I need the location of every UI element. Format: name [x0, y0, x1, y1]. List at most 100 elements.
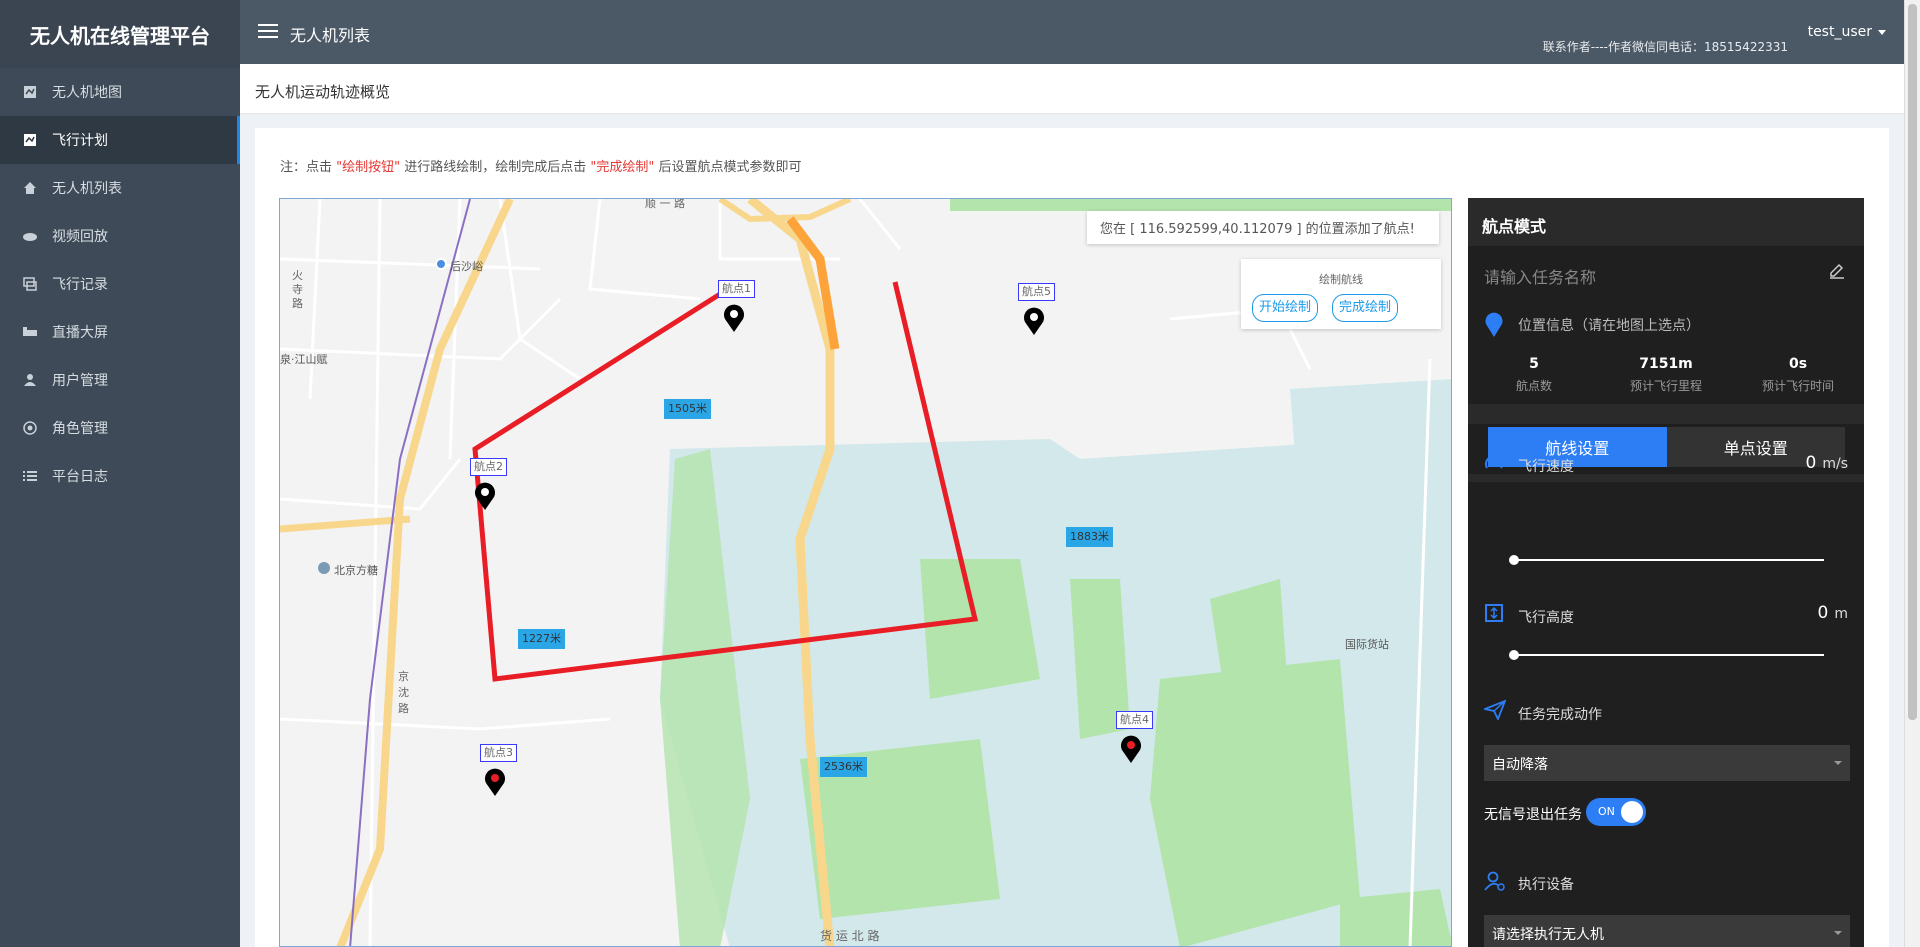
- location-marker-icon: [1484, 312, 1504, 342]
- plan-icon: [22, 132, 38, 148]
- map-place-label: 货 运 北 路: [820, 929, 880, 943]
- note-middle: 进行路线绘制，绘制完成后点击: [400, 160, 591, 175]
- sidebar-item-label: 用户管理: [52, 373, 108, 389]
- map-place-label: 北京方糖: [334, 564, 378, 577]
- sidebar-item-label: 平台日志: [52, 469, 108, 485]
- flight-height-value: 0m: [1818, 603, 1848, 623]
- edit-pencil-icon[interactable]: [1828, 262, 1846, 284]
- completion-action-label: 任务完成动作: [1518, 707, 1602, 723]
- note-finish-text: "完成绘制": [590, 160, 655, 175]
- tab-route-settings[interactable]: 航线设置: [1488, 427, 1667, 467]
- sidebar-item-label: 角色管理: [52, 421, 108, 437]
- execution-device-select[interactable]: 请选择执行无人机: [1484, 915, 1850, 947]
- sidebar-item-platform-log[interactable]: 平台日志: [0, 452, 240, 500]
- panel-title: 航点模式: [1468, 198, 1864, 246]
- segment-distance-label: 1883米: [1066, 527, 1113, 547]
- flight-speed-slider[interactable]: [1509, 555, 1824, 565]
- video-icon: [22, 228, 38, 244]
- start-draw-button[interactable]: 开始绘制: [1252, 294, 1319, 322]
- user-icon: [22, 372, 38, 388]
- flight-speed-value: 0 m/s: [1806, 453, 1848, 473]
- stat-label: 预计飞行里程: [1629, 379, 1702, 393]
- sidebar-item-label: 飞行计划: [52, 133, 108, 149]
- map-place-label: 后沙峪: [450, 260, 483, 273]
- waypoint-label: 航点3: [480, 744, 517, 762]
- page-header-bar: 无人机运动轨迹概览: [240, 64, 1904, 114]
- map-canvas[interactable]: 后沙峪 北京方糖 国际货站 货 运 北 路 火 寺 路 泉·江山赋 京 沈 路 …: [279, 198, 1452, 947]
- map-place-label: 火 寺 路: [292, 269, 303, 310]
- slider-knob[interactable]: [1509, 555, 1519, 565]
- stat-value: 7151m: [1639, 356, 1693, 372]
- contact-info: 联系作者----作者微信同电话：18515422331: [1542, 40, 1788, 54]
- sidebar-menu: 无人机地图 飞行计划 无人机列表 视频回放 飞行记录 直播大屏 用户管理 角色管…: [0, 68, 240, 500]
- slider-knob[interactable]: [1509, 650, 1519, 660]
- sidebar-item-drone-list[interactable]: 无人机列表: [0, 164, 240, 212]
- no-signal-exit-label: 无信号退出任务: [1484, 807, 1582, 823]
- draw-route-title: 绘制航线: [1319, 273, 1363, 286]
- waypoint-mode-panel: 航点模式 请输入任务名称 位置信息（请在地图上选点） 5 航点数 7151m 预计飞…: [1468, 198, 1864, 947]
- location-pin-icon: [318, 562, 330, 574]
- no-signal-exit-toggle[interactable]: ON: [1586, 798, 1646, 826]
- task-name-input[interactable]: 请输入任务名称: [1484, 264, 1596, 288]
- page-title: 无人机运动轨迹概览: [255, 83, 391, 101]
- stat-flight-distance: 7151m 预计飞行里程: [1600, 356, 1732, 394]
- height-unit: m: [1834, 606, 1848, 622]
- user-settings-icon: [1484, 870, 1506, 896]
- stat-flight-time: 0s 预计飞行时间: [1732, 356, 1864, 394]
- stat-waypoint-count: 5 航点数: [1468, 356, 1600, 394]
- flight-speed-label: 飞行速度: [1518, 459, 1574, 475]
- sidebar-item-label: 飞行记录: [52, 277, 108, 293]
- completion-action-select[interactable]: 自动降落: [1484, 745, 1850, 781]
- select-value: 自动降落: [1492, 757, 1548, 773]
- stat-value: 0s: [1788, 356, 1808, 372]
- record-icon: [22, 276, 38, 292]
- sidebar-item-flight-plan[interactable]: 飞行计划: [0, 116, 240, 164]
- sidebar-item-drone-map[interactable]: 无人机地图: [0, 68, 240, 116]
- sidebar-item-user-management[interactable]: 用户管理: [0, 356, 240, 404]
- select-value: 请选择执行无人机: [1492, 927, 1604, 943]
- speed-number: 0: [1805, 453, 1817, 473]
- map-place-label: 国际货站: [1345, 638, 1389, 651]
- map-place-label: 顺 一 路: [645, 198, 685, 210]
- draw-route-box: 绘制航线 开始绘制 完成绘制: [1241, 259, 1441, 329]
- segment-distance-label: 1227米: [518, 629, 565, 649]
- flight-height-slider[interactable]: [1509, 650, 1824, 660]
- sidebar-item-label: 无人机列表: [52, 181, 122, 197]
- map-place-label: 泉·江山赋: [280, 353, 328, 366]
- top-header: 无人机列表 联系作者----作者微信同电话：18515422331 test_u…: [240, 0, 1904, 64]
- caret-down-icon: [1834, 931, 1842, 935]
- home-icon: [22, 180, 38, 196]
- stat-label: 航点数: [1515, 379, 1552, 393]
- height-number: 0: [1817, 603, 1829, 623]
- separator: [1468, 404, 1864, 424]
- note-suffix: 后设置航点模式参数即可: [654, 160, 802, 175]
- page-scrollbar[interactable]: [1904, 0, 1920, 947]
- waypoint-label: 航点4: [1116, 711, 1153, 729]
- map-place-label: 京 沈 路: [398, 670, 409, 715]
- route-stats: 5 航点数 7151m 预计飞行里程 0s 预计飞行时间: [1468, 356, 1864, 394]
- note-prefix: 注：点击: [280, 160, 337, 175]
- finish-draw-button[interactable]: 完成绘制: [1332, 294, 1399, 322]
- log-icon: [22, 468, 38, 484]
- hamburger-menu-icon[interactable]: [258, 24, 278, 38]
- role-icon: [22, 420, 38, 436]
- sidebar-item-flight-record[interactable]: 飞行记录: [0, 260, 240, 308]
- speedometer-icon: [1484, 453, 1504, 477]
- waypoint-label: 航点2: [470, 458, 507, 476]
- stat-label: 预计飞行时间: [1761, 379, 1834, 393]
- note-draw-button-text: "绘制按钮": [336, 160, 401, 175]
- location-info-label: 位置信息（请在地图上选点）: [1518, 318, 1700, 334]
- waypoint-label: 航点5: [1018, 283, 1055, 301]
- caret-down-icon: [1834, 761, 1842, 765]
- user-menu[interactable]: test_user: [1808, 24, 1886, 40]
- sidebar: 无人机在线管理平台 无人机地图 飞行计划 无人机列表 视频回放 飞行记录 直播大…: [0, 0, 240, 947]
- location-pin-icon: [435, 258, 447, 270]
- sidebar-item-live-screen[interactable]: 直播大屏: [0, 308, 240, 356]
- sidebar-item-label: 直播大屏: [52, 325, 108, 341]
- send-plane-icon: [1481, 699, 1507, 724]
- sidebar-item-video-playback[interactable]: 视频回放: [0, 212, 240, 260]
- screen-icon: [22, 324, 38, 340]
- sidebar-item-role-management[interactable]: 角色管理: [0, 404, 240, 452]
- scrollbar-thumb[interactable]: [1908, 4, 1917, 720]
- toggle-text: ON: [1598, 805, 1615, 818]
